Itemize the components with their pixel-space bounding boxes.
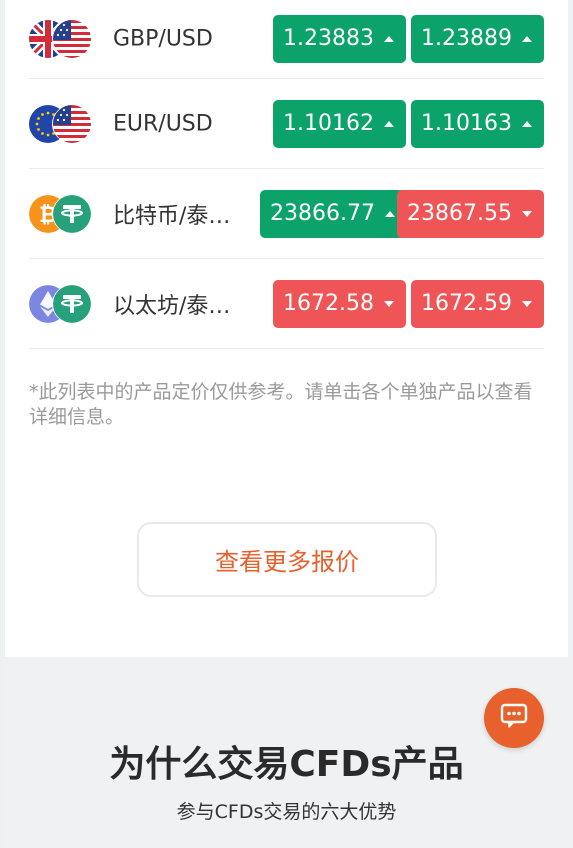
- ask-price-button[interactable]: 23867.55: [397, 189, 544, 238]
- pair-name: EUR/USD: [113, 111, 213, 136]
- bid-price-button[interactable]: 23866.77: [260, 189, 407, 238]
- chat-button[interactable]: [484, 688, 544, 748]
- quote-row-ethusdt[interactable]: 以太坊/泰… 1672.58 1672.59: [29, 259, 544, 349]
- why-cfds-section: 为什么交易CFDs产品 参与CFDs交易的六大优势: [5, 657, 568, 848]
- page-frame-right: [568, 0, 573, 848]
- caret-up-icon: [522, 36, 532, 42]
- ask-price: 1.23889: [421, 26, 512, 51]
- bid-price-button[interactable]: 1.10162: [273, 99, 406, 148]
- bid-price: 23866.77: [270, 200, 375, 226]
- section-title: 为什么交易CFDs产品: [109, 744, 464, 785]
- ask-price-button[interactable]: 1.10163: [411, 99, 544, 148]
- pair-name: GBP/USD: [113, 26, 213, 52]
- bid-price: 1672.58: [283, 290, 374, 316]
- bid-price: 1.10162: [283, 110, 374, 136]
- pair-name: 以太坊/泰…: [113, 293, 231, 319]
- caret-down-icon: [522, 300, 532, 307]
- pair-flags: [29, 104, 93, 144]
- pricing-disclaimer: *此列表中的产品定价仅供参考。请单击各个单独产品以查看详细信息。: [29, 381, 533, 428]
- pair-name: 比特币/泰…: [113, 203, 231, 229]
- caret-up-icon: [522, 120, 532, 127]
- pair-flags: [29, 19, 93, 59]
- caret-up-icon: [384, 210, 395, 217]
- caret-down-icon: [383, 300, 394, 307]
- quote-row-eurusd[interactable]: EUR/USD 1.10162 1.10163: [29, 79, 544, 169]
- bid-price-button[interactable]: 1672.58: [273, 279, 406, 328]
- pair-flags: ₿: [29, 194, 93, 234]
- ask-price-button[interactable]: 1.23889: [411, 15, 544, 63]
- ask-price: 1672.59: [421, 290, 512, 316]
- ask-price: 23867.55: [407, 200, 512, 226]
- quote-list: GBP/USD 1.23883 1.23889 EUR/USD 1.10162 …: [29, 0, 544, 349]
- ask-price-button[interactable]: 1672.59: [411, 279, 544, 328]
- pair-flags: [29, 284, 93, 324]
- more-quotes-button[interactable]: 查看更多报价: [137, 522, 437, 597]
- us-flag-icon: [53, 104, 91, 143]
- caret-down-icon: [522, 210, 532, 217]
- quote-row-gbpusd[interactable]: GBP/USD 1.23883 1.23889: [29, 0, 544, 79]
- tether-icon: [53, 284, 91, 323]
- section-subtitle: 参与CFDs交易的六大优势: [176, 801, 397, 823]
- caret-up-icon: [383, 36, 394, 42]
- bid-price-button[interactable]: 1.23883: [273, 15, 406, 63]
- tether-icon: [53, 194, 91, 233]
- quote-row-btcusdt[interactable]: ₿ 比特币/泰… 23866.77 23867.55: [29, 169, 544, 259]
- ask-price: 1.10163: [421, 110, 512, 136]
- bid-price: 1.23883: [283, 26, 374, 51]
- caret-up-icon: [383, 120, 394, 127]
- chat-bubble-icon: [500, 703, 528, 733]
- us-flag-icon: [53, 20, 91, 58]
